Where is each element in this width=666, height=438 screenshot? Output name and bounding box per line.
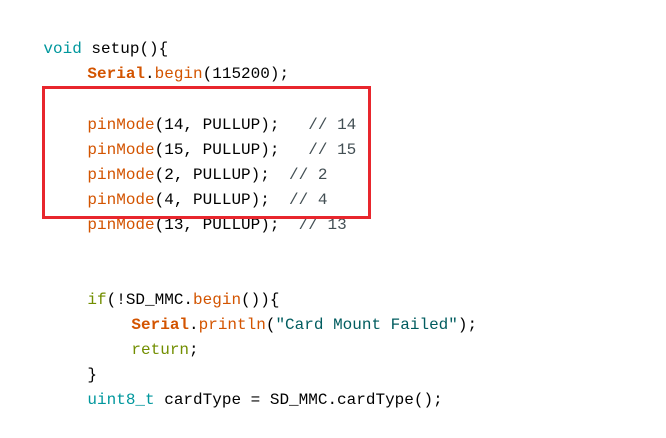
code-line-if: if(!SD_MMC.begin()){ bbox=[87, 291, 280, 309]
arguments: (13, PULLUP); bbox=[154, 216, 280, 234]
code-line-setup: void setup(){ bbox=[5, 12, 168, 58]
function-name: pinMode bbox=[87, 216, 155, 234]
code-line-pinmode: pinMode(2, PULLUP); // 2 bbox=[49, 138, 327, 184]
function-name: println bbox=[198, 316, 266, 334]
type-keyword: uint8_t bbox=[87, 391, 155, 409]
code-line-cardtype: uint8_t cardType = SD_MMC.cardType(); bbox=[87, 391, 443, 409]
code-line-serial-begin: Serial.begin(115200); bbox=[87, 65, 290, 83]
code-line-pinmode: pinMode(14, PULLUP); // 14 bbox=[49, 88, 356, 134]
code-line-println: Serial.println("Card Mount Failed"); bbox=[131, 316, 478, 334]
function-name: begin bbox=[154, 65, 203, 83]
arguments: (115200); bbox=[202, 65, 290, 83]
code-line-pinmode: pinMode(13, PULLUP); // 13 bbox=[49, 188, 346, 234]
code-line-return: return; bbox=[131, 341, 199, 359]
control-keyword: return bbox=[131, 341, 190, 359]
code-line-pinmode: pinMode(15, PULLUP); // 15 bbox=[49, 113, 356, 159]
code-line-close-brace: } bbox=[49, 338, 97, 384]
code-comment: // 13 bbox=[298, 216, 347, 234]
object-name: Serial bbox=[87, 65, 146, 83]
string-literal: "Card Mount Failed" bbox=[275, 316, 458, 334]
code-line-pinmode: pinMode(4, PULLUP); // 4 bbox=[49, 163, 327, 209]
code-editor[interactable]: void setup(){ Serial.begin(115200); pinM… bbox=[0, 0, 666, 421]
